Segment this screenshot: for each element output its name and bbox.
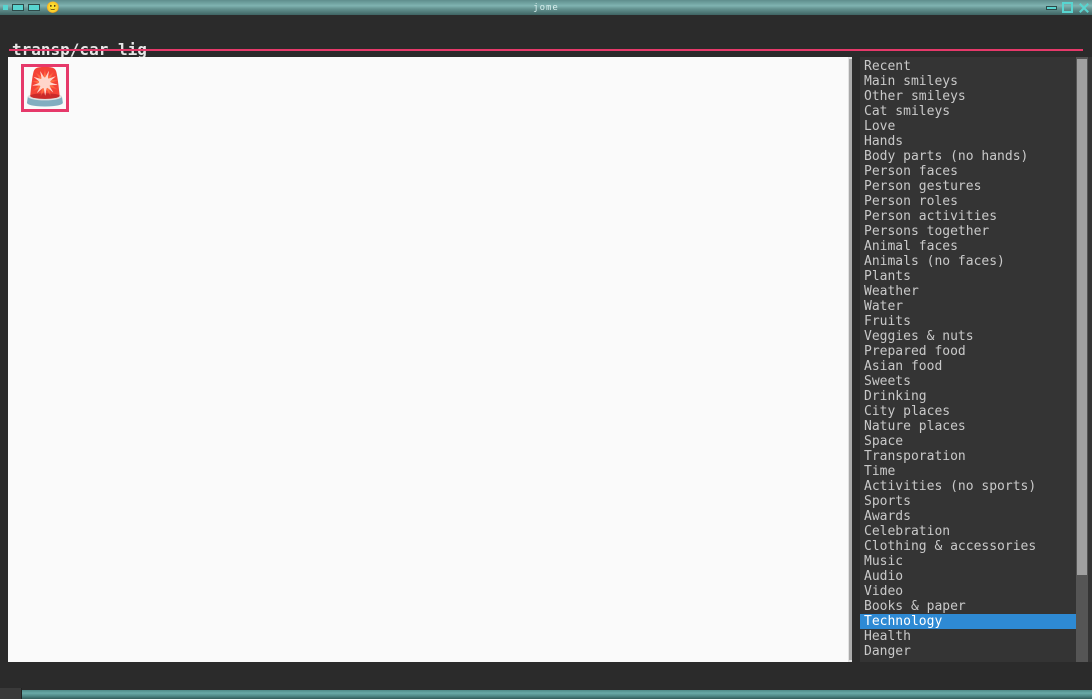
category-list-item[interactable]: Technology <box>860 614 1076 629</box>
category-list-item[interactable]: Celebration <box>860 524 1076 539</box>
category-list-item[interactable]: Weather <box>860 284 1076 299</box>
category-list-item[interactable]: Sweets <box>860 374 1076 389</box>
category-list-item[interactable]: Sports <box>860 494 1076 509</box>
status-bar: Police car light(1f6a8) Emoji0.6 <box>0 662 1092 686</box>
category-list-item[interactable]: Transporation <box>860 449 1076 464</box>
emoji-grid-panel[interactable]: 🚨 <box>8 57 852 662</box>
category-list-item[interactable]: Prepared food <box>860 344 1076 359</box>
category-list-panel[interactable]: Recent Main smileys Other smileys Cat smile… <box>860 57 1092 662</box>
category-list-item[interactable]: Recent <box>860 59 1076 74</box>
category-list-item[interactable]: Space <box>860 434 1076 449</box>
category-list-item[interactable]: Person gestures <box>860 179 1076 194</box>
category-list-item[interactable]: Animal faces <box>860 239 1076 254</box>
app-window: 🙂 jome transp/car lig 🚨 Recent Main smile… <box>0 0 1092 699</box>
category-list-item[interactable]: Clothing & accessories <box>860 539 1076 554</box>
category-list-item[interactable]: Drinking <box>860 389 1076 404</box>
category-list-item[interactable]: Animals (no faces) <box>860 254 1076 269</box>
category-list-item[interactable]: Cat smileys <box>860 104 1076 119</box>
titlebar-window-buttons <box>1046 2 1089 13</box>
category-list-item[interactable]: Asian food <box>860 359 1076 374</box>
category-list-item[interactable]: Veggies & nuts <box>860 329 1076 344</box>
category-list-item[interactable]: Health <box>860 629 1076 644</box>
category-list-item[interactable]: Water <box>860 299 1076 314</box>
category-list-item[interactable]: Other smileys <box>860 89 1076 104</box>
category-list: Recent Main smileys Other smileys Cat smile… <box>860 59 1076 659</box>
minimize-icon[interactable] <box>1046 5 1057 10</box>
category-list-item[interactable]: Audio <box>860 569 1076 584</box>
category-list-item[interactable]: Danger <box>860 644 1076 659</box>
category-list-item[interactable]: Person faces <box>860 164 1076 179</box>
grid-scrollbar-thumb[interactable] <box>849 59 852 660</box>
search-underline <box>9 49 1083 51</box>
window-title: jome <box>533 2 559 13</box>
close-icon[interactable] <box>1078 2 1089 13</box>
category-list-item[interactable]: City places <box>860 404 1076 419</box>
category-list-item[interactable]: Video <box>860 584 1076 599</box>
category-list-item[interactable]: Books & paper <box>860 599 1076 614</box>
category-list-item[interactable]: Person activities <box>860 209 1076 224</box>
emoji-result-cell[interactable]: 🚨 <box>21 64 69 112</box>
desktop-taskbar[interactable] <box>0 690 1092 699</box>
category-list-item[interactable]: Plants <box>860 269 1076 284</box>
category-list-item[interactable]: Hands <box>860 134 1076 149</box>
category-list-item[interactable]: Main smileys <box>860 74 1076 89</box>
taskbar-window-item[interactable] <box>0 688 22 699</box>
window-titlebar: 🙂 jome <box>0 0 1092 15</box>
category-list-item[interactable]: Activities (no sports) <box>860 479 1076 494</box>
category-list-item[interactable]: Fruits <box>860 314 1076 329</box>
category-list-item[interactable]: Nature places <box>860 419 1076 434</box>
category-list-item[interactable]: Awards <box>860 509 1076 524</box>
category-list-item[interactable]: Time <box>860 464 1076 479</box>
category-list-item[interactable]: Body parts (no hands) <box>860 149 1076 164</box>
maximize-icon[interactable] <box>1062 2 1073 13</box>
category-scrollbar-thumb[interactable] <box>1077 59 1087 575</box>
category-list-item[interactable]: Persons together <box>860 224 1076 239</box>
category-list-item[interactable]: Love <box>860 119 1076 134</box>
category-list-item[interactable]: Person roles <box>860 194 1076 209</box>
police-car-light-icon: 🚨 <box>22 67 68 108</box>
search-bar[interactable]: transp/car lig <box>0 15 1092 59</box>
category-list-item[interactable]: Music <box>860 554 1076 569</box>
